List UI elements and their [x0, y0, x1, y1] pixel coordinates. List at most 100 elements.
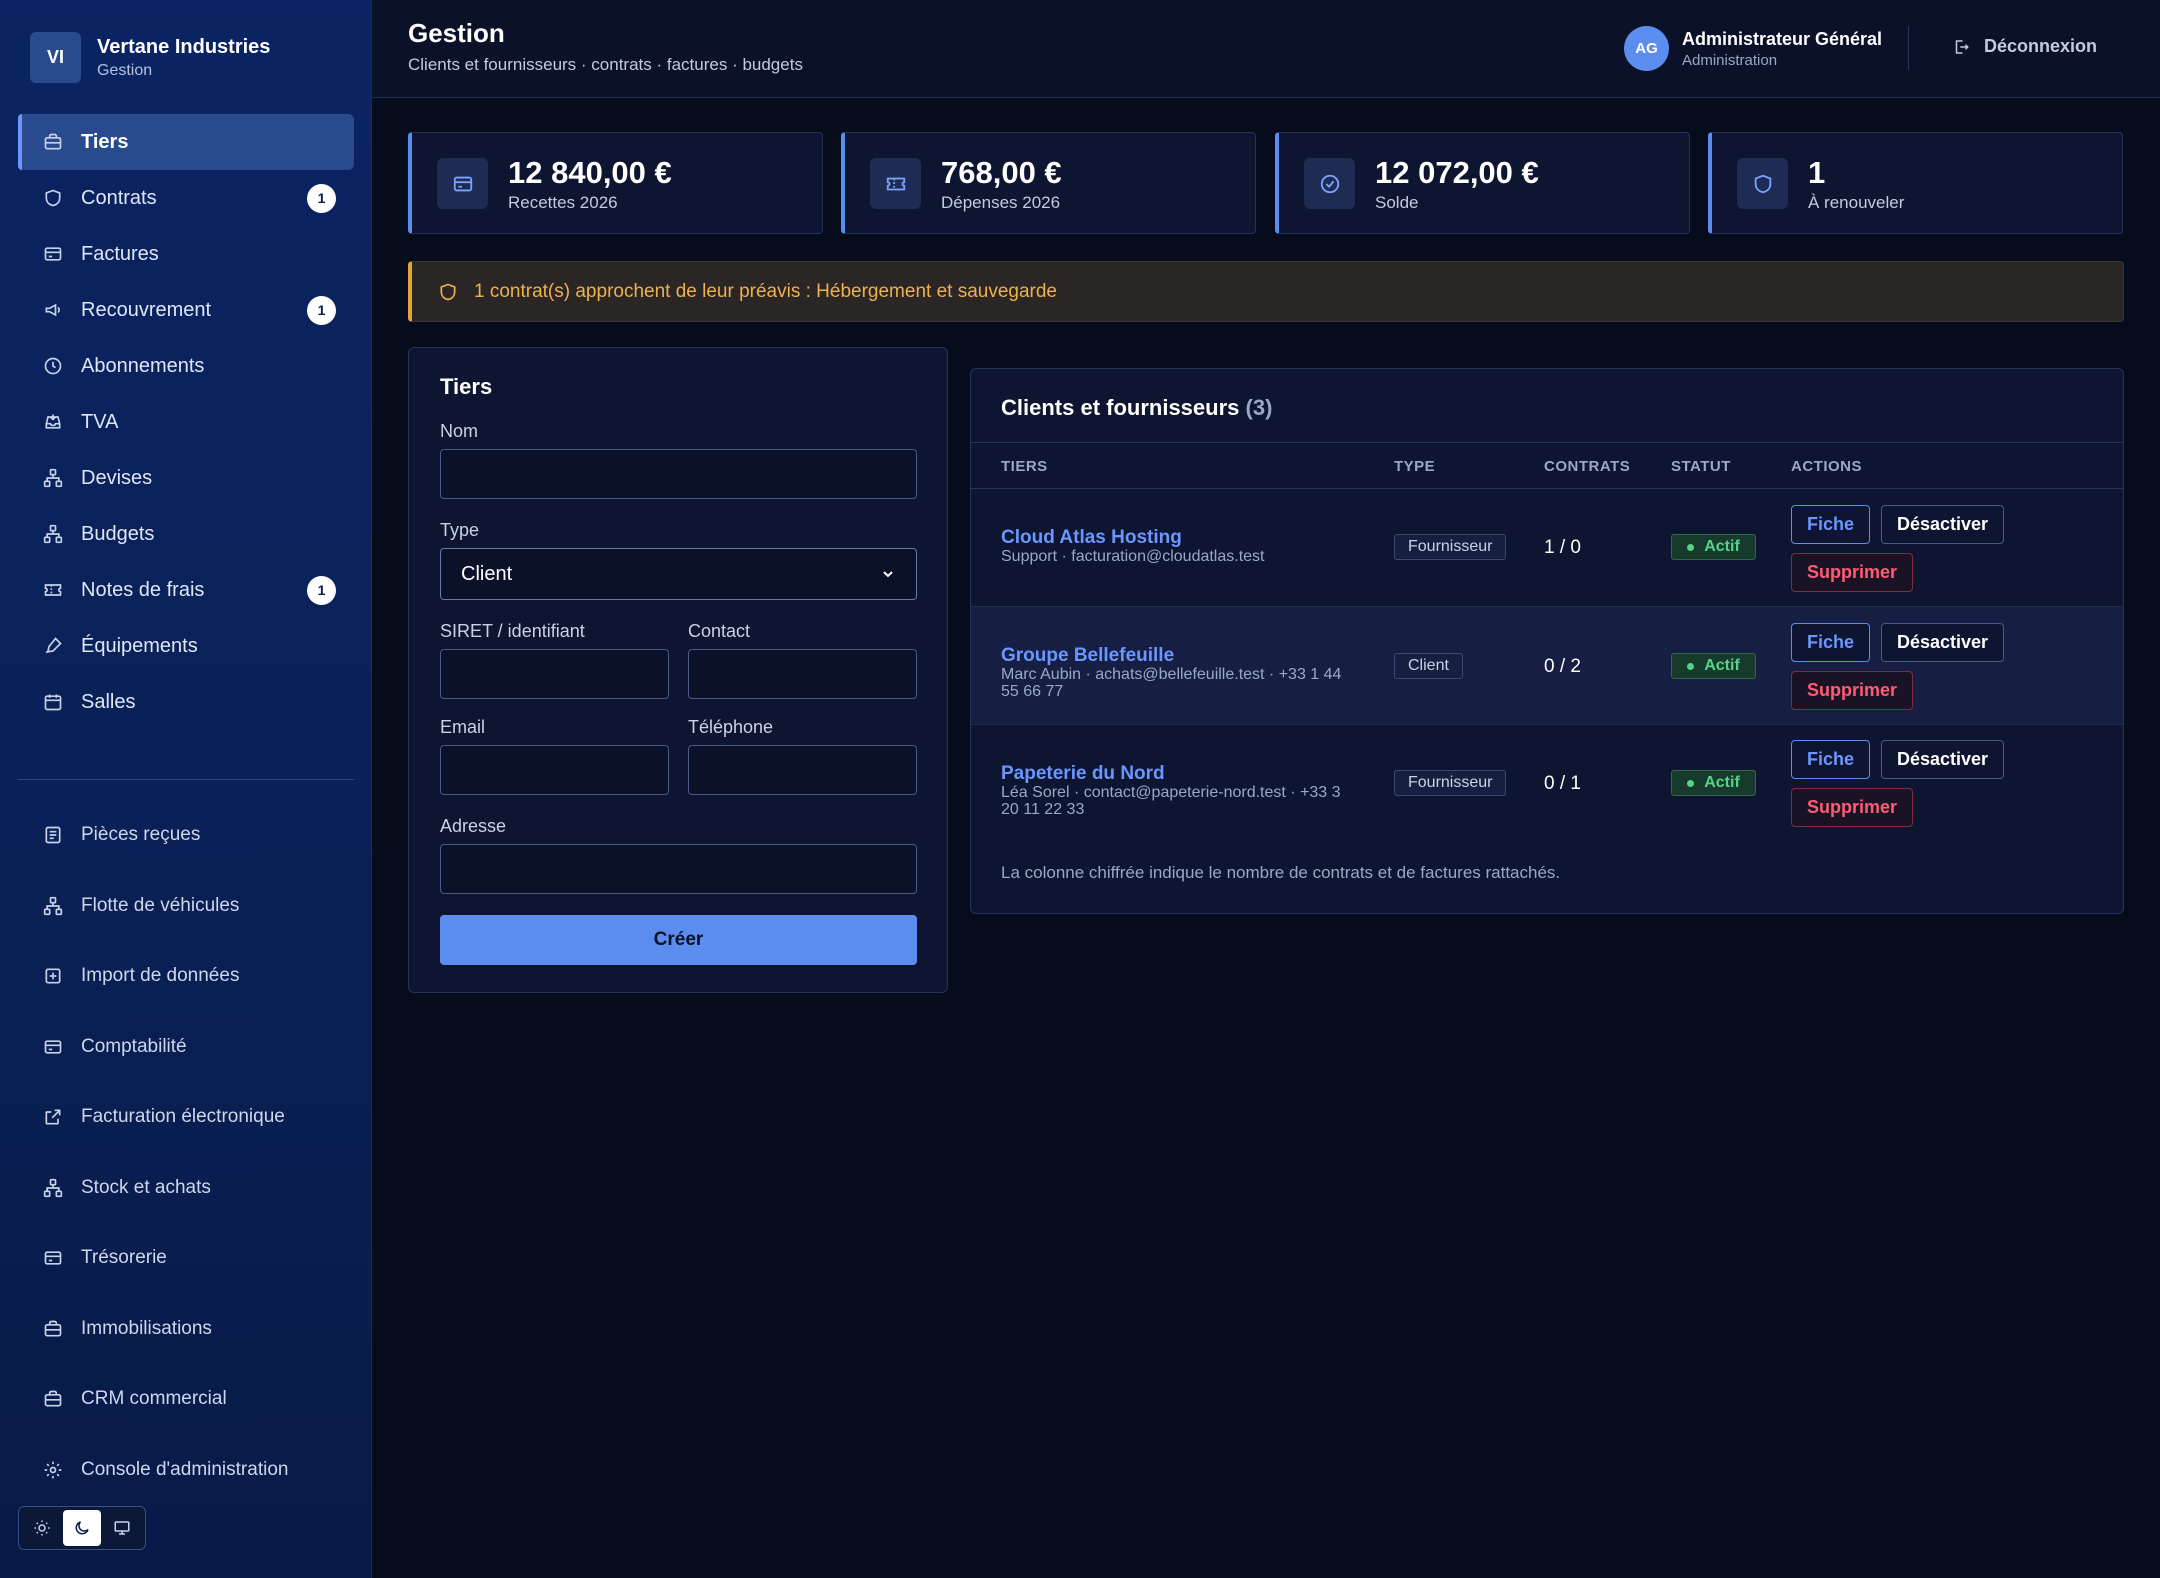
table-footnote: La colonne chiffrée indique le nombre de…: [1001, 863, 1561, 882]
page-subtitle: Clients et fournisseurs · contrats · fac…: [408, 55, 803, 74]
sidebar-item-tva[interactable]: TVA: [18, 394, 354, 450]
brand[interactable]: VI Vertane Industries Gestion: [30, 32, 270, 83]
brand-logo: VI: [30, 32, 81, 83]
column-header-type[interactable]: TYPE: [1394, 458, 1435, 475]
ticket-icon: [870, 158, 921, 209]
contact-label: Contact: [688, 621, 751, 641]
sidebar-item-tresorerie[interactable]: Trésorerie: [18, 1223, 354, 1294]
sidebar-item-label: Stock et achats: [81, 1176, 211, 1198]
sidebar-item-label: Factures: [81, 242, 159, 265]
moon-icon: [73, 1519, 91, 1537]
sidebar-item-console-admin[interactable]: Console d'administration: [18, 1435, 354, 1506]
table-row: Cloud Atlas Hosting Support · facturatio…: [971, 489, 2123, 607]
table-row: Papeterie du Nord Léa Sorel · contact@pa…: [971, 725, 2123, 843]
sidebar-item-label: Salles: [81, 690, 136, 713]
sidebar-item-equipements[interactable]: Équipements: [18, 618, 354, 674]
desactiver-button[interactable]: Désactiver: [1881, 740, 2005, 779]
sidebar-item-contrats[interactable]: Contrats 1: [18, 170, 354, 226]
alert-text: 1 contrat(s) approchent de leur préavis …: [474, 280, 1057, 302]
sidebar-item-pieces-recues[interactable]: Pièces reçues: [18, 800, 354, 871]
sidebar-item-label: Tiers: [81, 130, 129, 153]
chevron-down-icon: [880, 566, 896, 582]
sidebar-item-immobilisations[interactable]: Immobilisations: [18, 1294, 354, 1365]
system-theme-button[interactable]: [103, 1510, 141, 1546]
type-select-value: Client: [461, 562, 513, 585]
calendar-icon: [42, 691, 64, 713]
adresse-input[interactable]: [440, 844, 917, 894]
sidebar: VI Vertane Industries Gestion Tiers Cont…: [0, 0, 372, 1578]
status-text: Actif: [1704, 774, 1740, 791]
sidebar-item-notes-de-frais[interactable]: Notes de frais 1: [18, 562, 354, 618]
column-header-actions: ACTIONS: [1791, 458, 1862, 475]
column-header-tiers[interactable]: TIERS: [1001, 458, 1048, 475]
user-role: Administration: [1682, 51, 1778, 69]
column-header-statut[interactable]: STATUT: [1671, 458, 1731, 475]
brand-subtitle: Gestion: [97, 61, 153, 79]
pen-icon: [42, 635, 64, 657]
desactiver-button[interactable]: Désactiver: [1881, 623, 2005, 662]
sidebar-item-import[interactable]: Import de données: [18, 941, 354, 1012]
column-header-contrats[interactable]: CONTRATS: [1544, 458, 1630, 475]
contact-input[interactable]: [688, 649, 917, 699]
sidebar-item-label: Notes de frais: [81, 578, 205, 601]
table-count: (3): [1245, 395, 1273, 420]
sidebar-item-crm[interactable]: CRM commercial: [18, 1364, 354, 1435]
light-theme-button[interactable]: [23, 1510, 61, 1546]
stat-label: Dépenses 2026: [941, 193, 1061, 212]
email-field[interactable]: [440, 745, 669, 795]
stat-card-solde: 12 072,00 € Solde: [1275, 132, 1690, 234]
theme-switcher: [18, 1506, 146, 1550]
tiers-form: Tiers Nom Type Client SIRET / identifian…: [408, 347, 948, 993]
briefcase-icon: [42, 131, 64, 153]
logout-button[interactable]: Déconnexion: [1952, 36, 2097, 57]
tiers-details: Léa Sorel · contact@papeterie-nord.test …: [1001, 784, 1341, 818]
siret-label: SIRET / identifiant: [440, 621, 585, 641]
tiers-name-link[interactable]: Papeterie du Nord: [1001, 763, 1165, 785]
sidebar-item-factures[interactable]: Factures: [18, 226, 354, 282]
fiche-button[interactable]: Fiche: [1791, 505, 1871, 544]
type-badge: Fournisseur: [1394, 534, 1507, 560]
tiers-name-link[interactable]: Cloud Atlas Hosting: [1001, 527, 1182, 549]
fiche-button[interactable]: Fiche: [1791, 740, 1871, 779]
brand-name: Vertane Industries: [97, 35, 271, 58]
sidebar-item-devises[interactable]: Devises: [18, 450, 354, 506]
telephone-label: Téléphone: [688, 717, 774, 737]
desactiver-button[interactable]: Désactiver: [1881, 505, 2005, 544]
sidebar-item-stock-achats[interactable]: Stock et achats: [18, 1153, 354, 1224]
network-icon: [42, 895, 64, 917]
create-button[interactable]: Créer: [440, 915, 917, 965]
credit-card-icon: [42, 1247, 64, 1269]
telephone-input[interactable]: [688, 745, 917, 795]
sidebar-item-recouvrement[interactable]: Recouvrement 1: [18, 282, 354, 338]
supprimer-button[interactable]: Supprimer: [1791, 671, 1914, 710]
status-badge: Actif: [1671, 653, 1756, 679]
sidebar-item-label: TVA: [81, 410, 119, 433]
adresse-label: Adresse: [440, 816, 507, 836]
contracts-count: 0 / 1: [1544, 773, 1581, 794]
fiche-button[interactable]: Fiche: [1791, 623, 1871, 662]
type-select[interactable]: Client: [440, 548, 917, 600]
user-menu[interactable]: AG Administrateur Général Administration: [1624, 26, 1882, 71]
supprimer-button[interactable]: Supprimer: [1791, 553, 1914, 592]
sidebar-item-facturation-electronique[interactable]: Facturation électronique: [18, 1082, 354, 1153]
sidebar-item-tiers[interactable]: Tiers: [18, 114, 354, 170]
status-dot-icon: [1687, 662, 1695, 670]
sidebar-item-comptabilite[interactable]: Comptabilité: [18, 1012, 354, 1083]
status-dot-icon: [1687, 779, 1695, 787]
primary-nav: Tiers Contrats 1 Factures Recouvrement 1…: [18, 114, 354, 730]
monitor-icon: [113, 1519, 131, 1537]
stat-card-depenses: 768,00 € Dépenses 2026: [841, 132, 1256, 234]
supprimer-button[interactable]: Supprimer: [1791, 788, 1914, 827]
siret-input[interactable]: [440, 649, 669, 699]
sidebar-item-abonnements[interactable]: Abonnements: [18, 338, 354, 394]
contracts-count: 0 / 2: [1544, 656, 1581, 677]
dark-theme-button[interactable]: [63, 1510, 101, 1546]
sidebar-item-label: Import de données: [81, 965, 240, 987]
sidebar-item-budgets[interactable]: Budgets: [18, 506, 354, 562]
status-text: Actif: [1704, 657, 1740, 674]
sidebar-item-salles[interactable]: Salles: [18, 674, 354, 730]
tiers-name-link[interactable]: Groupe Bellefeuille: [1001, 645, 1174, 667]
nom-input[interactable]: [440, 449, 917, 499]
sidebar-item-flotte[interactable]: Flotte de véhicules: [18, 871, 354, 942]
contracts-count: 1 / 0: [1544, 537, 1581, 558]
